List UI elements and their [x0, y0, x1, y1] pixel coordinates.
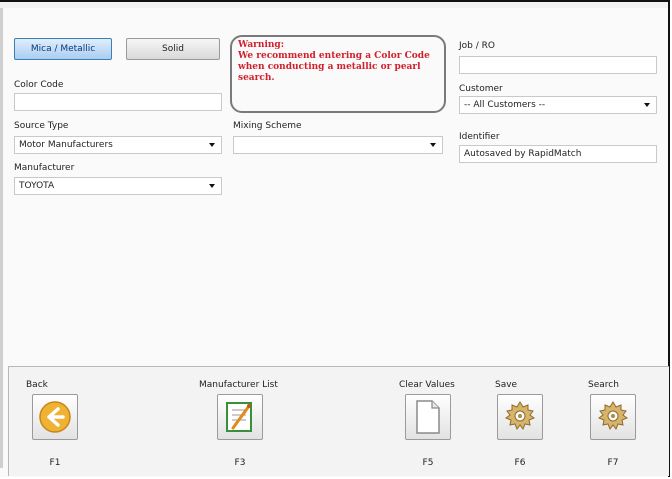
save-label: Save [495, 380, 518, 390]
identifier-label: Identifier [459, 132, 500, 142]
back-key-label: F1 [49, 458, 61, 468]
warning-title: Warning: [238, 40, 285, 50]
warning-box: Warning: We recommend entering a Color C… [230, 35, 446, 113]
back-label: Back [26, 380, 48, 390]
source-type-label: Source Type [14, 121, 69, 131]
customer-select[interactable]: -- All Customers -- [459, 96, 657, 114]
source-type-select[interactable]: Motor Manufacturers [14, 136, 222, 154]
search-label: Search [588, 380, 619, 390]
customer-label: Customer [459, 84, 503, 94]
mica-metallic-toggle[interactable]: Mica / Metallic [14, 38, 112, 60]
color-code-input[interactable] [14, 93, 222, 111]
manufacturer-list-key-label: F3 [234, 458, 246, 468]
save-button[interactable] [497, 394, 543, 440]
gear-icon [504, 401, 536, 431]
manufacturer-value: TOYOTA [19, 181, 55, 191]
identifier-input[interactable]: Autosaved by RapidMatch [459, 145, 657, 163]
blank-page-icon [416, 400, 440, 434]
footer-toolbar [8, 366, 669, 476]
chevron-down-icon [209, 143, 215, 147]
job-ro-input[interactable] [459, 56, 657, 74]
solid-toggle[interactable]: Solid [126, 38, 220, 60]
manufacturer-list-button[interactable] [217, 394, 263, 440]
customer-value: -- All Customers -- [464, 100, 546, 110]
window-left-edge [0, 8, 3, 468]
manufacturer-list-icon [226, 402, 252, 432]
clear-values-label: Clear Values [399, 380, 455, 390]
clear-values-key-label: F5 [422, 458, 434, 468]
mixing-scheme-label: Mixing Scheme [233, 121, 302, 131]
warning-message: We recommend entering a Color Code when … [238, 51, 430, 83]
save-key-label: F6 [514, 458, 526, 468]
chevron-down-icon [430, 143, 436, 147]
manufacturer-label: Manufacturer [14, 163, 75, 173]
clear-values-button[interactable] [405, 394, 451, 440]
back-arrow-icon [39, 401, 71, 433]
source-type-value: Motor Manufacturers [19, 140, 113, 150]
manufacturer-list-label: Manufacturer List [199, 380, 278, 390]
chevron-down-icon [644, 103, 650, 107]
job-ro-label: Job / RO [459, 41, 495, 51]
gear-icon [597, 401, 629, 431]
search-key-label: F7 [607, 458, 619, 468]
mixing-scheme-select[interactable] [233, 136, 443, 154]
color-code-label: Color Code [14, 80, 64, 90]
back-button[interactable] [32, 394, 78, 440]
manufacturer-select[interactable]: TOYOTA [14, 177, 222, 195]
chevron-down-icon [209, 184, 215, 188]
window-top-strip [0, 2, 668, 8]
search-button[interactable] [590, 394, 636, 440]
